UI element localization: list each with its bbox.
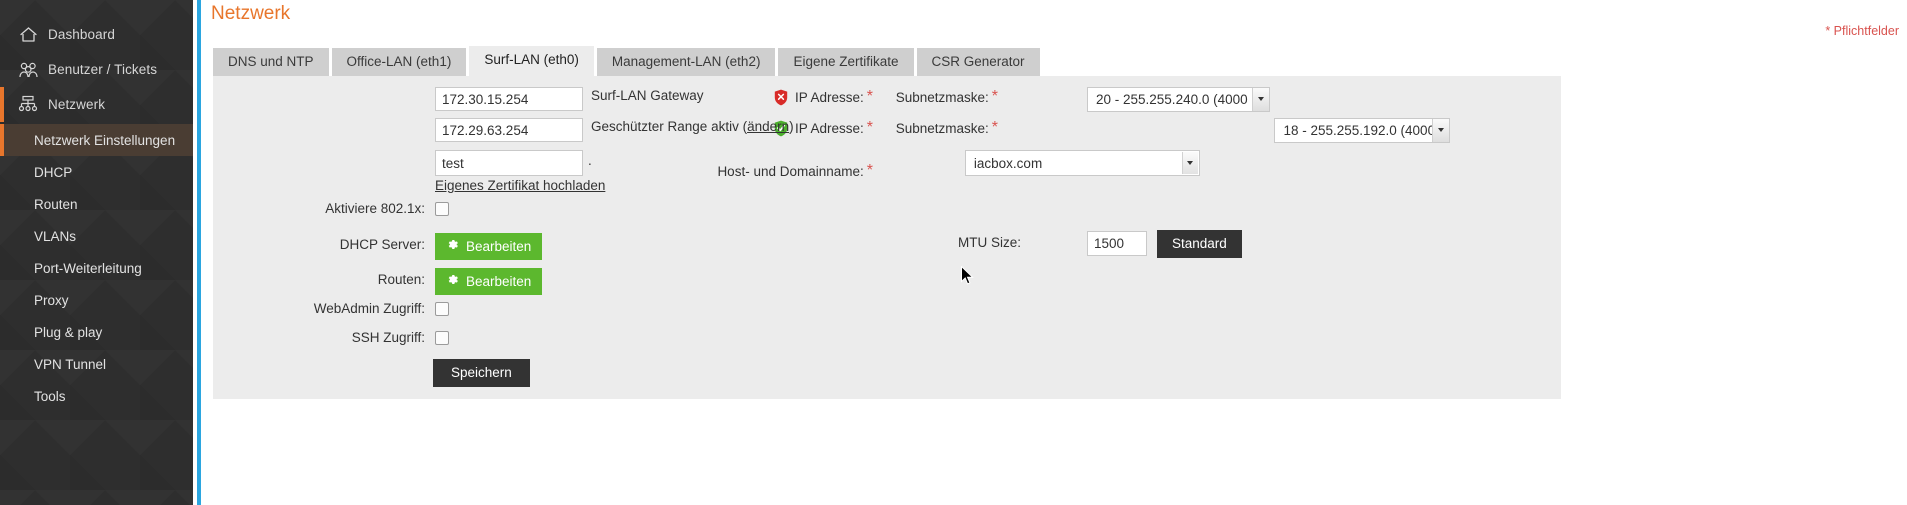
required-fields-note: * Pflichtfelder — [1825, 24, 1899, 38]
row-dhcp-server-label: DHCP Server: — [213, 237, 425, 252]
sidebar-subitem-label: Plug & play — [34, 324, 103, 340]
page-title: Netzwerk — [211, 3, 291, 24]
users-icon — [16, 60, 40, 80]
row-routen-label: Routen: — [213, 272, 425, 287]
chevron-down-icon[interactable] — [1181, 152, 1198, 174]
sidebar-item-port-weiterleitung[interactable]: Port-Weiterleitung — [0, 252, 193, 284]
sidebar-item-dhcp[interactable]: DHCP — [0, 156, 193, 188]
ip-address-2-label: IP Adresse: — [794, 120, 864, 136]
ip-address-1-required-marker: * — [866, 88, 873, 105]
sidebar-subitem-label: VPN Tunnel — [34, 356, 107, 372]
domain-select[interactable]: iacbox.com — [964, 150, 1200, 176]
dot1x-label: Aktiviere 802.1x: — [325, 201, 425, 216]
ip-address-2-input[interactable] — [435, 118, 583, 142]
gear-icon — [446, 238, 459, 254]
row-subnetmask-1-label: Subnetzmaske: * — [893, 88, 998, 106]
subnetmask-1-required-marker: * — [991, 88, 998, 105]
dot1x-checkbox[interactable] — [435, 202, 449, 216]
sidebar-subitem-label: DHCP — [34, 164, 73, 180]
row-dot1x-label: Aktiviere 802.1x: — [213, 201, 425, 216]
tab-management-lan-eth2[interactable]: Management-LAN (eth2) — [596, 48, 776, 78]
sidebar-item-vpn-tunnel[interactable]: VPN Tunnel — [0, 348, 193, 380]
subnetmask-2-select[interactable]: 18 - 255.255.192.0 (4000 IPs) — [1274, 117, 1451, 143]
sidebar-item-benutzer-tickets[interactable]: Benutzer / Tickets — [0, 52, 193, 87]
chevron-down-icon[interactable] — [1432, 118, 1450, 142]
save-button[interactable]: Speichern — [433, 359, 530, 387]
hostname-input[interactable] — [435, 150, 583, 176]
subnetmask-1-select[interactable]: 20 - 255.255.240.0 (4000 IPs) — [1087, 86, 1270, 112]
dhcp-server-edit-label: Bearbeiten — [466, 238, 532, 254]
subnetmask-1-selected-value: 20 - 255.255.240.0 (4000 IPs) — [1096, 91, 1252, 107]
subnetmask-2-label: Subnetzmaske: — [895, 120, 989, 136]
host-domain-required-marker: * — [866, 162, 873, 179]
tab-dns-und-ntp[interactable]: DNS und NTP — [213, 48, 329, 78]
main-content: Netzwerk * Pflichtfelder DNS und NTP Off… — [201, 0, 1907, 505]
mtu-standard-button[interactable]: Standard — [1157, 230, 1242, 258]
subnetmask-2-required-marker: * — [991, 119, 998, 136]
upload-certificate-link[interactable]: Eigenes Zertifikat hochladen — [435, 178, 605, 193]
sidebar-subitem-label: Proxy — [34, 292, 69, 308]
row-webadmin-label: WebAdmin Zugriff: — [213, 301, 425, 316]
webadmin-access-label: WebAdmin Zugriff: — [313, 301, 425, 316]
settings-panel: IP Adresse: * Surf-LAN Gateway Subnetzma… — [213, 76, 1561, 399]
row-subnetmask-2-label: Subnetzmaske: * — [893, 119, 998, 137]
mtu-size-input[interactable] — [1087, 231, 1147, 256]
network-icon — [16, 95, 40, 115]
sidebar-item-vlans[interactable]: VLANs — [0, 220, 193, 252]
sidebar: Dashboard Benutzer / Tickets Netzwerk Ne… — [0, 0, 193, 505]
ip-address-1-input[interactable] — [435, 87, 583, 111]
routen-label: Routen: — [377, 272, 425, 287]
sidebar-item-label: Netzwerk — [48, 97, 106, 112]
protected-range-suffix: ) — [789, 119, 794, 134]
sidebar-sub-nav: Netzwerk Einstellungen DHCP Routen VLANs… — [0, 124, 193, 412]
ip-address-2-required-marker: * — [866, 119, 873, 136]
shield-red-x-icon — [774, 89, 788, 106]
subnetmask-1-label: Subnetzmaske: — [895, 89, 989, 105]
sidebar-subitem-label: Tools — [34, 388, 66, 404]
sidebar-subitem-label: Port-Weiterleitung — [34, 260, 142, 276]
sidebar-subitem-label: VLANs — [34, 228, 77, 244]
app-root: Dashboard Benutzer / Tickets Netzwerk Ne… — [0, 0, 1907, 505]
gear-icon — [446, 273, 459, 289]
sidebar-subitem-label: Netzwerk Einstellungen — [34, 132, 176, 148]
protected-range-text: Geschützter Range aktiv ( — [591, 119, 748, 134]
sidebar-subitem-label: Routen — [34, 196, 78, 212]
dhcp-server-edit-button[interactable]: Bearbeiten — [435, 233, 543, 260]
sidebar-item-proxy[interactable]: Proxy — [0, 284, 193, 316]
dhcp-server-label: DHCP Server: — [339, 237, 425, 252]
ip-address-2-note: Geschützter Range aktiv (ändern) — [591, 119, 794, 134]
tab-surf-lan-eth0[interactable]: Surf-LAN (eth0) — [469, 46, 594, 78]
subnetmask-2-selected-value: 18 - 255.255.192.0 (4000 IPs) — [1283, 122, 1433, 138]
sidebar-item-label: Dashboard — [48, 27, 115, 42]
ssh-access-checkbox[interactable] — [435, 331, 449, 345]
protected-range-change-link[interactable]: ändern — [747, 119, 789, 134]
ssh-access-label: SSH Zugriff: — [351, 330, 425, 345]
home-icon — [16, 25, 40, 45]
ip-address-1-label: IP Adresse: — [794, 89, 864, 105]
tab-office-lan-eth1[interactable]: Office-LAN (eth1) — [331, 48, 467, 78]
sidebar-item-label: Benutzer / Tickets — [48, 62, 158, 77]
sidebar-item-plug-and-play[interactable]: Plug & play — [0, 316, 193, 348]
tab-csr-generator[interactable]: CSR Generator — [916, 48, 1040, 78]
sidebar-item-routen[interactable]: Routen — [0, 188, 193, 220]
row-mtu-label: MTU Size: — [923, 235, 1021, 250]
webadmin-access-checkbox[interactable] — [435, 302, 449, 316]
sidebar-primary-nav: Dashboard Benutzer / Tickets Netzwerk — [0, 0, 193, 122]
mtu-size-label: MTU Size: — [957, 235, 1021, 250]
routen-edit-label: Bearbeiten — [466, 273, 532, 289]
tab-bar: DNS und NTP Office-LAN (eth1) Surf-LAN (… — [213, 46, 1040, 78]
domain-selected-value: iacbox.com — [973, 155, 1043, 171]
row-ssh-label: SSH Zugriff: — [213, 330, 425, 345]
sidebar-item-tools[interactable]: Tools — [0, 380, 193, 412]
routen-edit-button[interactable]: Bearbeiten — [435, 268, 543, 295]
chevron-down-icon[interactable] — [1252, 87, 1269, 111]
host-domain-separator: . — [588, 153, 592, 168]
host-domain-label: Host- und Domainname: — [717, 163, 864, 179]
sidebar-item-netzwerk[interactable]: Netzwerk — [0, 87, 193, 122]
sidebar-item-dashboard[interactable]: Dashboard — [0, 17, 193, 52]
sidebar-item-netzwerk-einstellungen[interactable]: Netzwerk Einstellungen — [0, 124, 193, 156]
ip-address-1-note: Surf-LAN Gateway — [591, 88, 704, 103]
tab-eigene-zertifikate[interactable]: Eigene Zertifikate — [778, 48, 914, 78]
